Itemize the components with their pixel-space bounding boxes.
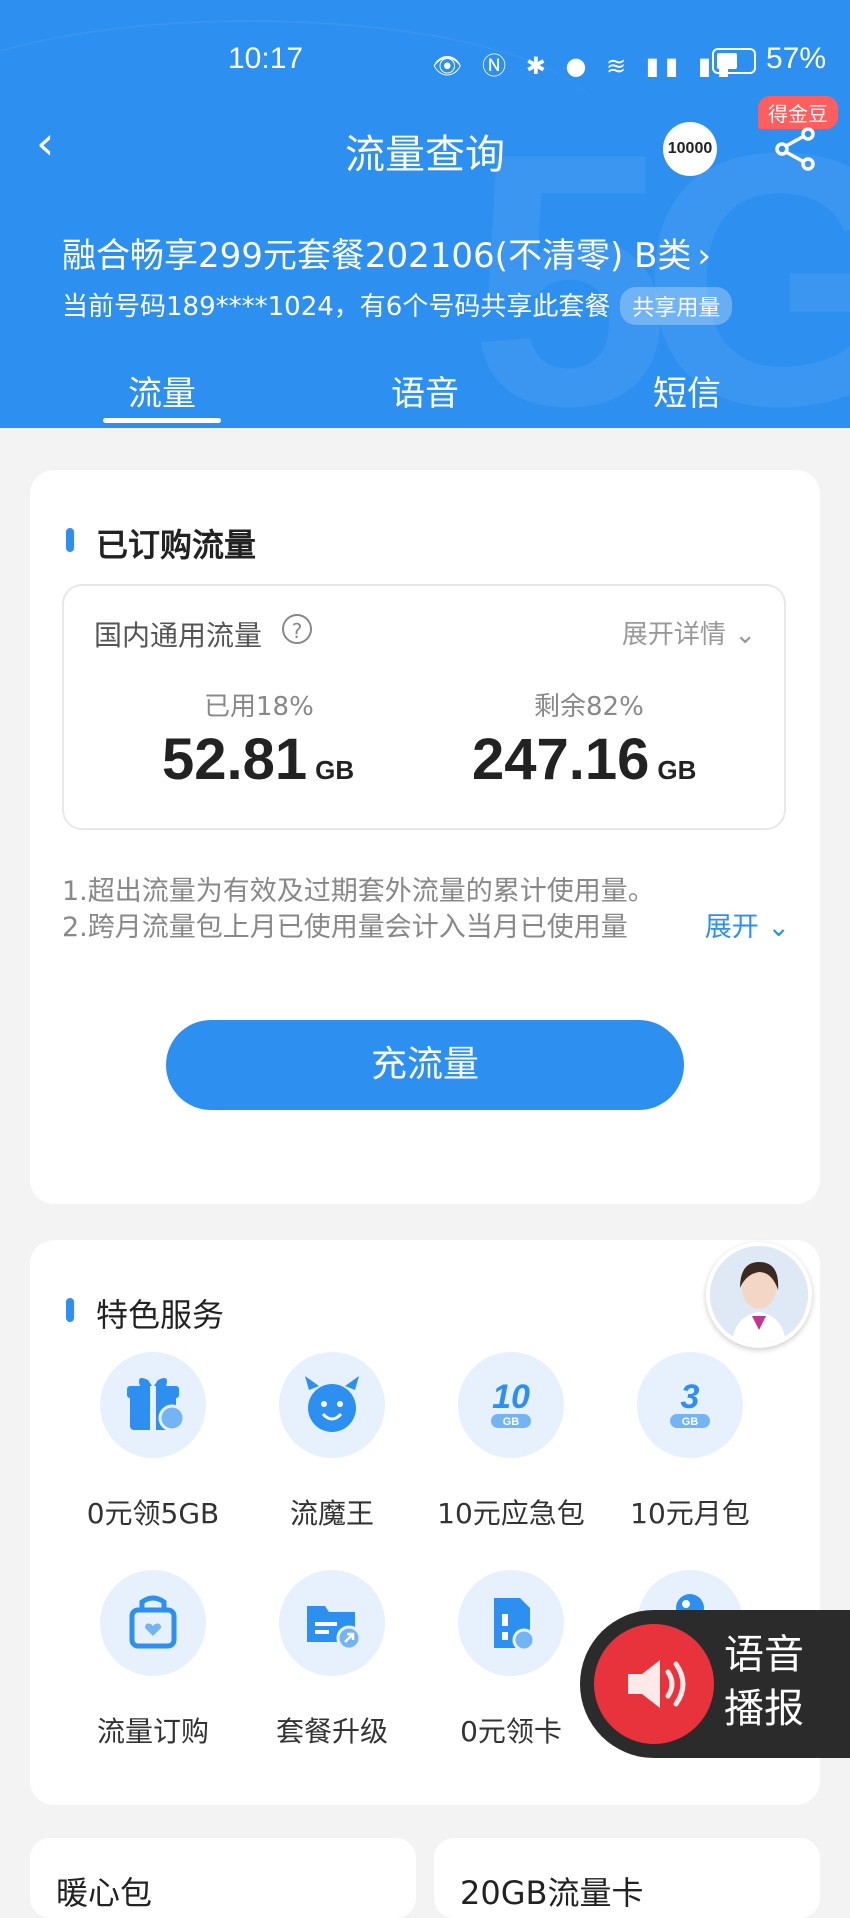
used-amount-value: 52.81: [162, 727, 308, 792]
remain-percent-label: 剩余82%: [534, 692, 644, 722]
svg-text:GB: GB: [503, 1416, 520, 1428]
bag-icon: [100, 1570, 206, 1676]
10gb-icon: 10 GB: [458, 1352, 564, 1458]
service-item-free-5gb[interactable]: 0元领5GB: [63, 1352, 243, 1532]
plan-name-text: 融合畅享299元套餐202106(不清零) B类: [62, 236, 692, 276]
promo-card-title: 20GB流量卡: [460, 1874, 644, 1912]
notes-expand-label: 展开: [704, 912, 759, 943]
assistant-avatar[interactable]: [706, 1242, 812, 1348]
tab-flow[interactable]: 流量: [102, 366, 222, 415]
tab-voice[interactable]: 语音: [365, 366, 485, 415]
service-label: 10元应急包: [437, 1497, 585, 1530]
service-label: 10元月包: [630, 1497, 750, 1530]
gift-icon: [100, 1352, 206, 1458]
status-icons: 👁 Ⓝ ✱ ● ≋ ▮▮ ▮▮: [432, 52, 737, 80]
voice-report-label: 语音 播报: [724, 1628, 804, 1736]
battery-percent: 57%: [766, 42, 827, 75]
header: 5G 10:17 👁 Ⓝ ✱ ● ≋ ▮▮ ▮▮ 57% ‹ 流量查询 1000…: [0, 0, 850, 428]
page-title: 流量查询: [345, 132, 505, 178]
service-label: 流量订购: [96, 1715, 209, 1748]
service-label: 0元领卡: [460, 1715, 562, 1748]
share-icon[interactable]: [770, 124, 820, 174]
used-amount: 52.81 GB: [162, 726, 354, 793]
service-item-emergency-pack[interactable]: 10 GB 10元应急包: [421, 1352, 601, 1532]
service-label: 流魔王: [289, 1497, 374, 1530]
expand-details-label: 展开详情: [621, 620, 726, 650]
service-label: 套餐升级: [275, 1715, 388, 1748]
svg-text:3: 3: [681, 1378, 700, 1416]
voice-report-button[interactable]: 语音 播报: [580, 1610, 850, 1758]
chevron-down-icon: ⌄: [734, 620, 756, 650]
note-line-2: 2.跨月流量包上月已使用量会计入当月已使用量: [62, 912, 628, 943]
section-title: 已订购流量: [66, 520, 256, 566]
note-line-1: 1.超出流量为有效及过期套外流量的累计使用量。: [62, 876, 655, 907]
remain-amount-value: 247.16: [472, 727, 650, 792]
customer-service-icon[interactable]: 10000: [663, 122, 717, 176]
data-usage-box: 国内通用流量 ? 展开详情 ⌄ 已用18% 剩余82% 52.81 GB 247.…: [62, 584, 786, 830]
battery-icon: [712, 48, 756, 74]
devil-icon: [279, 1352, 385, 1458]
chevron-right-icon: ›: [697, 236, 711, 276]
voice-report-line2: 播报: [724, 1686, 804, 1732]
speaker-icon: [594, 1624, 714, 1744]
expand-details-button[interactable]: 展开详情 ⌄: [622, 614, 756, 651]
service-label: 0元领5GB: [86, 1497, 220, 1530]
promo-card-warm-pack[interactable]: 暖心包: [30, 1838, 416, 1918]
used-unit: GB: [315, 755, 355, 785]
help-icon[interactable]: ?: [282, 614, 312, 644]
sim-card-icon: [458, 1570, 564, 1676]
shared-usage-tag[interactable]: 共享用量: [620, 287, 733, 325]
nav-bar: ‹ 流量查询 10000 得金豆: [0, 96, 850, 178]
number-info-text: 当前号码189****1024，有6个号码共享此套餐: [62, 292, 611, 322]
usage-notes: 1.超出流量为有效及过期套外流量的累计使用量。 2.跨月流量包上月已使用量会计入…: [62, 874, 790, 946]
section-title-text: 已订购流量: [96, 526, 257, 564]
plan-name[interactable]: 融合畅享299元套餐202106(不清零) B类 ›: [62, 228, 711, 277]
3gb-icon: 3 GB: [637, 1352, 743, 1458]
section-title: 特色服务: [66, 1290, 224, 1336]
svg-text:GB: GB: [682, 1416, 699, 1428]
service-item-free-card[interactable]: 0元领卡: [421, 1570, 601, 1750]
service-item-flow-king[interactable]: 流魔王: [242, 1352, 422, 1532]
service-item-monthly-pack[interactable]: 3 GB 10元月包: [600, 1352, 780, 1532]
tab-sms[interactable]: 短信: [627, 366, 747, 415]
svg-text:10: 10: [492, 1378, 530, 1416]
used-percent-label: 已用18%: [204, 692, 314, 722]
notes-expand-link[interactable]: 展开 ⌄: [700, 910, 790, 946]
folder-upgrade-icon: [279, 1570, 385, 1676]
status-bar: 10:17 👁 Ⓝ ✱ ● ≋ ▮▮ ▮▮ 57%: [0, 42, 850, 82]
subscribed-data-card: 已订购流量 国内通用流量 ? 展开详情 ⌄ 已用18% 剩余82% 52.81 G…: [30, 470, 820, 1204]
number-info: 当前号码189****1024，有6个号码共享此套餐 共享用量: [62, 286, 733, 325]
data-category-label: 国内通用流量: [94, 619, 263, 652]
service-item-data-order[interactable]: 流量订购: [63, 1570, 243, 1750]
assistant-portrait-icon: [710, 1246, 808, 1344]
voice-report-line1: 语音: [724, 1632, 804, 1678]
promo-card-20gb[interactable]: 20GB流量卡: [434, 1838, 820, 1918]
section-title-text: 特色服务: [96, 1296, 225, 1334]
recharge-data-button[interactable]: 充流量: [166, 1020, 684, 1110]
remain-amount: 247.16 GB: [472, 726, 696, 793]
service-item-plan-upgrade[interactable]: 套餐升级: [242, 1570, 422, 1750]
remain-unit: GB: [657, 755, 697, 785]
promo-card-title: 暖心包: [56, 1874, 153, 1912]
status-time: 10:17: [228, 42, 304, 75]
active-tab-indicator: [103, 418, 221, 423]
